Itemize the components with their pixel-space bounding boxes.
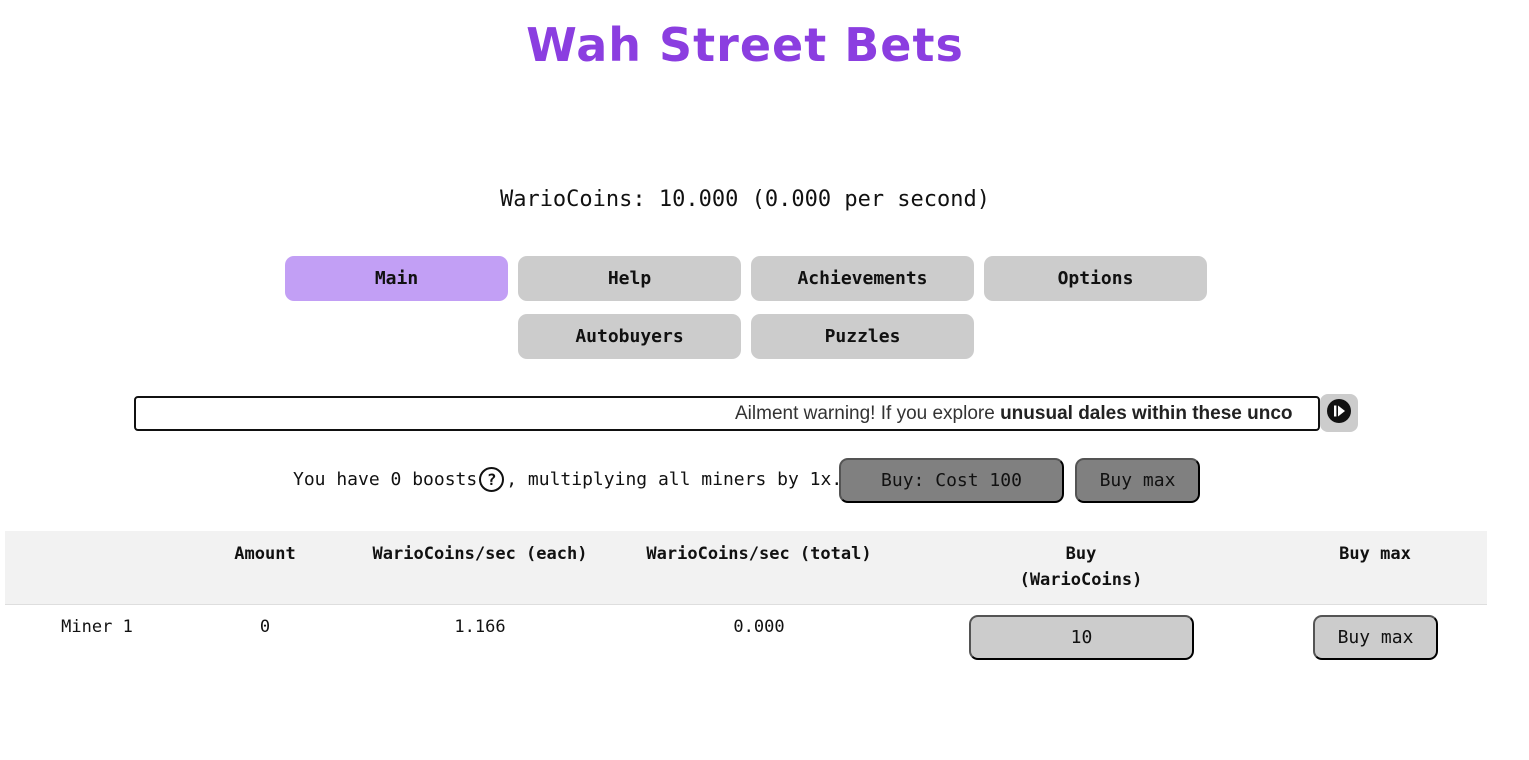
miner-name: Miner 1 <box>61 617 133 637</box>
tab-help[interactable]: Help <box>518 256 741 301</box>
ticker-toggle-button[interactable] <box>1320 394 1358 432</box>
miner-rate-each: 1.166 <box>454 617 506 637</box>
tab-main[interactable]: Main <box>285 256 508 301</box>
news-ticker-plain: Ailment warning! If you explore <box>735 403 1001 424</box>
header-total: WarioCoins/sec (total) <box>646 544 872 564</box>
tab-options[interactable]: Options <box>984 256 1207 301</box>
miner-rate-total: 0.000 <box>733 617 785 637</box>
header-buy-line2: (WarioCoins) <box>1019 570 1143 590</box>
app-title: Wah Street Bets <box>526 18 964 72</box>
header-amount: Amount <box>234 544 296 564</box>
wariocoins-counter: WarioCoins: 10.000 (0.000 per second) <box>499 187 991 212</box>
tab-puzzles[interactable]: Puzzles <box>751 314 974 359</box>
news-ticker-text: Ailment warning! If you explore unusual … <box>735 403 1293 425</box>
news-ticker-bold: unusual dales within these unco <box>1000 403 1293 424</box>
boosts-multiplier-text: , multiplying all miners by 1x. <box>506 469 843 490</box>
header-buy-line1: Buy <box>1065 544 1097 564</box>
boosts-count-text: You have 0 boosts <box>293 469 478 490</box>
buy-max-boosts-button[interactable]: Buy max <box>1075 458 1200 503</box>
tab-autobuyers[interactable]: Autobuyers <box>518 314 741 359</box>
tab-achievements[interactable]: Achievements <box>751 256 974 301</box>
header-each: WarioCoins/sec (each) <box>372 544 588 564</box>
boosts-info: You have 0 boosts ? , multiplying all mi… <box>293 467 842 492</box>
miner-amount: 0 <box>259 617 271 637</box>
play-pause-icon <box>1326 398 1352 428</box>
news-ticker: Ailment warning! If you explore unusual … <box>134 396 1320 431</box>
header-buy-max: Buy max <box>1339 544 1411 564</box>
buy-miner-button[interactable]: 10 <box>969 615 1194 660</box>
buy-max-miner-button[interactable]: Buy max <box>1313 615 1438 660</box>
header-buy: Buy (WarioCoins) <box>981 541 1181 593</box>
buy-boost-button[interactable]: Buy: Cost 100 <box>839 458 1064 503</box>
help-question-icon[interactable]: ? <box>479 467 505 492</box>
